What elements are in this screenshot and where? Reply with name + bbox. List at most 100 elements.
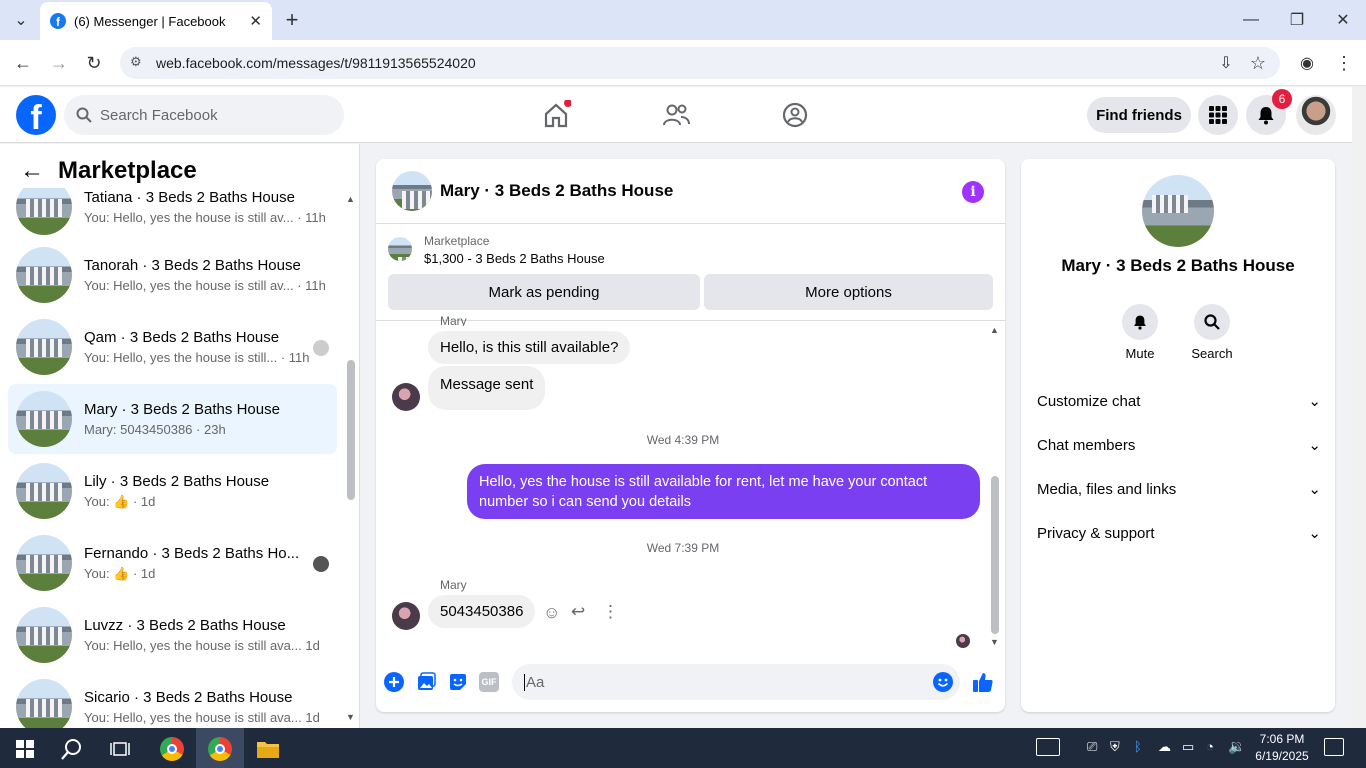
listing-thumbnail	[16, 247, 72, 303]
window-close-icon[interactable]: ✕	[1328, 5, 1358, 35]
network-icon[interactable]: ☁	[1158, 739, 1171, 755]
search-placeholder: Search Facebook	[100, 106, 218, 124]
reload-icon[interactable]: ↻	[79, 48, 109, 78]
listing-thumbnail	[16, 391, 72, 447]
friends-icon[interactable]	[661, 100, 691, 130]
chrome-icon[interactable]	[159, 736, 185, 762]
search-in-chat-button[interactable]: Search	[1182, 304, 1242, 361]
notification-center-icon[interactable]	[1324, 738, 1344, 756]
scroll-down-icon[interactable]: ▼	[346, 712, 355, 722]
list-item[interactable]: Qam · 3 Beds 2 Baths House You: Hello, ye…	[8, 312, 337, 382]
list-item[interactable]: Sicario · 3 Beds 2 Baths House You: Hello…	[8, 672, 337, 728]
list-item[interactable]: Luvzz · 3 Beds 2 Baths House You: Hello, …	[8, 600, 337, 670]
emoji-icon[interactable]	[933, 672, 953, 692]
info-icon[interactable]: i	[962, 181, 984, 203]
back-icon[interactable]: ←	[8, 48, 38, 78]
site-info-icon[interactable]: ⚙	[130, 54, 142, 70]
incoming-message[interactable]: Message sent	[428, 366, 546, 410]
mute-button[interactable]: Mute	[1110, 304, 1170, 361]
reply-icon[interactable]: ↩	[571, 602, 585, 622]
mark-as-pending-button[interactable]: Mark as pending	[388, 274, 700, 310]
windows-start-icon[interactable]	[12, 736, 38, 762]
sender-avatar[interactable]	[392, 602, 420, 630]
url-field[interactable]: ⚙ web.facebook.com/messages/t/9811913565…	[120, 47, 1280, 79]
incoming-message[interactable]: 5043450386	[428, 595, 536, 628]
privacy-support-row[interactable]: Privacy & support ⌄	[1037, 521, 1321, 545]
task-view-icon[interactable]	[107, 736, 133, 762]
sender-avatar[interactable]	[392, 383, 420, 411]
chat-scroll-down-icon[interactable]: ▼	[990, 637, 999, 647]
row-label: Customize chat	[1037, 392, 1141, 410]
message-input[interactable]: Aa	[512, 664, 960, 700]
account-avatar[interactable]	[1296, 95, 1336, 135]
list-item[interactable]: Mary · 3 Beds 2 Baths House Mary: 5043450…	[8, 384, 337, 454]
tab-close-icon[interactable]: ✕	[249, 12, 262, 30]
security-icon[interactable]: ⛨	[1110, 739, 1120, 755]
row-label: Privacy & support	[1037, 524, 1155, 542]
battery-icon[interactable]: ▭	[1182, 739, 1194, 755]
photo-icon[interactable]	[416, 672, 436, 692]
conversation-time: · 23h	[196, 422, 226, 437]
react-emoji-icon[interactable]: ☺	[543, 603, 560, 623]
back-arrow-icon[interactable]: ←	[20, 157, 44, 185]
new-tab-icon[interactable]: +	[277, 5, 307, 35]
bookmark-star-icon[interactable]: ☆	[1243, 48, 1273, 78]
customize-chat-row[interactable]: Customize chat ⌄	[1037, 389, 1321, 413]
scroll-up-icon[interactable]: ▲	[346, 194, 355, 204]
browser-menu-icon[interactable]: ⋮	[1329, 48, 1359, 78]
groups-icon[interactable]	[780, 100, 810, 130]
list-item[interactable]: Lily · 3 Beds 2 Baths House You: 👍 · 1d	[8, 456, 337, 526]
keyboard-icon[interactable]	[1036, 738, 1060, 756]
menu-grid-icon[interactable]	[1198, 95, 1238, 135]
add-plus-icon[interactable]	[384, 672, 404, 692]
browser-tab[interactable]: f (6) Messenger | Facebook ✕	[40, 2, 272, 40]
listing-thumbnail	[16, 607, 72, 663]
listing-thumbnail[interactable]	[392, 171, 432, 211]
mute-label: Mute	[1125, 346, 1155, 361]
list-item[interactable]: Fernando · 3 Beds 2 Baths Ho... You: 👍 · …	[8, 528, 337, 598]
composer-placeholder: Aa	[524, 673, 545, 691]
install-app-icon[interactable]: ⇩	[1211, 48, 1241, 78]
home-icon[interactable]	[541, 100, 571, 130]
wifi-icon[interactable]: ◔	[1206, 739, 1214, 754]
media-files-links-row[interactable]: Media, files and links ⌄	[1037, 477, 1321, 501]
chat-scroll-up-icon[interactable]: ▲	[990, 325, 999, 335]
sender-name: Mary	[440, 578, 467, 592]
profile-icon[interactable]: ◉	[1292, 48, 1322, 78]
chevron-down-icon: ⌄	[1308, 393, 1321, 410]
search-input[interactable]: Search Facebook	[64, 95, 344, 135]
chrome-profile-icon[interactable]	[207, 736, 233, 762]
more-actions-icon[interactable]: ⋮	[602, 602, 619, 622]
forward-icon[interactable]: →	[44, 48, 74, 78]
listing-thumbnail	[16, 319, 72, 375]
incoming-message[interactable]: Hello, is this still available?	[428, 331, 631, 364]
list-item[interactable]: Tanorah · 3 Beds 2 Baths House You: Hello…	[8, 240, 337, 310]
conversation-time: · 11h	[280, 350, 310, 365]
gif-icon[interactable]: GIF	[479, 672, 499, 692]
like-thumb-icon[interactable]	[972, 671, 994, 693]
more-options-button[interactable]: More options	[704, 274, 993, 310]
system-clock[interactable]: 7:06 PM 6/19/2025	[1252, 731, 1312, 765]
chat-title[interactable]: Mary · 3 Beds 2 Baths House	[440, 181, 673, 201]
volume-icon[interactable]: 🔉	[1228, 738, 1245, 755]
conversation-time: 1d	[305, 638, 320, 653]
bluetooth-icon[interactable]: ᛒ	[1134, 739, 1142, 754]
find-friends-button[interactable]: Find friends	[1087, 97, 1191, 133]
conversation-preview: You: 👍	[84, 565, 130, 581]
tab-search-chevron-icon[interactable]: ⌄	[6, 5, 36, 35]
taskbar-search-icon[interactable]	[59, 736, 85, 762]
page-scrollbar[interactable]	[1352, 87, 1366, 728]
chat-members-row[interactable]: Chat members ⌄	[1037, 433, 1321, 457]
clock-date: 6/19/2025	[1255, 749, 1309, 763]
minimize-icon[interactable]: —	[1236, 5, 1266, 35]
listing-large-thumbnail[interactable]	[1142, 175, 1214, 247]
file-explorer-icon[interactable]	[255, 736, 281, 762]
outgoing-message[interactable]: Hello, yes the house is still available …	[467, 464, 980, 519]
meet-now-icon[interactable]: ⎚	[1087, 739, 1097, 755]
chat-scrollbar[interactable]	[991, 476, 999, 634]
maximize-icon[interactable]: ❐	[1282, 5, 1312, 35]
sidebar-scrollbar[interactable]	[347, 360, 355, 500]
listing-card[interactable]: Marketplace $1,300 - 3 Beds 2 Baths Hous…	[388, 234, 605, 266]
facebook-logo-icon[interactable]: f	[16, 95, 56, 135]
sticker-icon[interactable]	[448, 672, 468, 692]
